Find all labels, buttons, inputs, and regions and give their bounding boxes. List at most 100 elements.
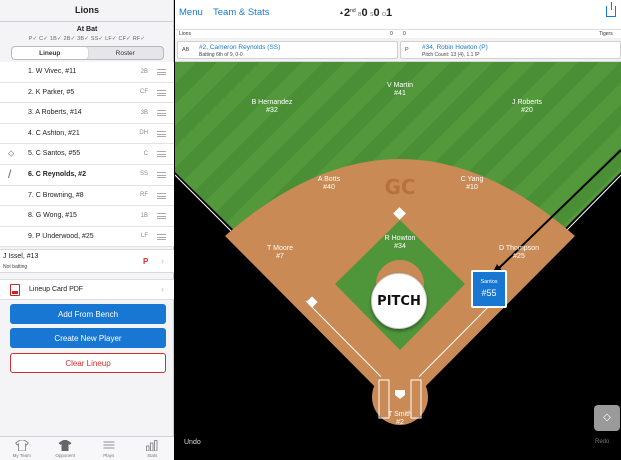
player-number: #25 — [513, 253, 525, 260]
player-name: R Howton — [384, 235, 416, 242]
batter-info: Batting 6th of 9, 0-0 — [199, 52, 243, 58]
bench-player-name: J Issel, #13 — [3, 253, 39, 260]
lineup-panel: Lions At Bat P✓ C✓ 1B✓ 2B✓ 3B✓ SS✓ LF✓ C… — [0, 0, 174, 460]
pitcher[interactable]: R Howton #34 — [360, 235, 440, 251]
lineup-row[interactable]: 7. C Browning, #8 RF — [0, 185, 174, 207]
tab-opponent[interactable]: Opponent — [44, 437, 88, 460]
tab-roster[interactable]: Roster — [88, 47, 164, 59]
lineup-row[interactable]: / 6. C Reynolds, #2 SS — [0, 164, 174, 186]
tab-my-team[interactable]: My Team — [0, 437, 44, 460]
lineup-row[interactable]: ⬦ 5. C Santos, #55 C — [0, 144, 174, 165]
lineup-row[interactable]: 3. A Roberts, #14 3B — [0, 103, 174, 124]
tab-plays[interactable]: Plays — [87, 437, 131, 460]
player-position: 1B — [140, 212, 148, 219]
first-baseman[interactable]: D Thompson #25 — [479, 245, 559, 261]
shortstop[interactable]: A Botts #40 — [289, 176, 369, 192]
tab-stats[interactable]: Stats — [131, 437, 175, 460]
player-name: D Thompson — [499, 245, 539, 252]
away-team: Tigers — [599, 31, 613, 37]
clear-lineup-button[interactable]: Clear Lineup — [10, 353, 166, 373]
add-from-bench-button[interactable]: Add From Bench — [10, 304, 166, 324]
lineup-card-pdf-row[interactable]: Lineup Card PDF › — [0, 279, 174, 300]
tab-lineup[interactable]: Lineup — [12, 47, 88, 59]
bat-icon: / — [8, 166, 12, 181]
pitch-button[interactable]: PITCH — [371, 273, 427, 329]
drag-handle-icon[interactable] — [157, 89, 166, 96]
player-position: LF — [140, 233, 148, 240]
batter-tag: AB — [182, 47, 190, 53]
gc-logo: GC — [384, 175, 415, 199]
menu-button[interactable]: Menu — [179, 7, 203, 18]
baserunner-icon: ⬦ — [8, 148, 15, 159]
home-team: Lions — [179, 31, 191, 37]
inning-suffix: nd — [350, 8, 356, 14]
player-name: 7. C Browning, #8 — [28, 191, 84, 199]
lineup-row[interactable]: 1. W Vivec, #11 2B — [0, 62, 174, 83]
pdf-icon — [10, 284, 20, 296]
player-name: 6. C Reynolds, #2 — [28, 170, 86, 178]
tab-label: Stats — [147, 453, 158, 458]
player-name: 9. P Underwood, #25 — [28, 232, 94, 240]
player-name: A Botts — [317, 176, 341, 183]
drag-handle-icon[interactable] — [157, 192, 166, 199]
lineup-row[interactable]: 9. P Underwood, #25 LF — [0, 226, 174, 248]
player-name: B Hernandez — [251, 99, 293, 106]
player-name: C Yang — [460, 176, 484, 183]
player-position: RF — [140, 192, 148, 199]
lineup-row[interactable]: 8. G Wong, #15 1B — [0, 206, 174, 227]
right-fielder[interactable]: J Roberts #20 — [487, 99, 567, 115]
drag-handle-icon[interactable] — [157, 130, 166, 137]
drag-handle-icon[interactable] — [157, 69, 166, 75]
batter-card[interactable]: AB #2, Cameron Reynolds (SS) Batting 6th… — [177, 41, 398, 59]
player-number: #7 — [276, 253, 284, 260]
lineup-row[interactable]: 2. K Parker, #5 CF — [0, 82, 174, 104]
field-graphic: GC — [175, 62, 621, 460]
drag-handle-icon[interactable] — [157, 213, 166, 220]
runner-card[interactable]: Santos #55 — [471, 270, 507, 308]
runner-name: Santos — [480, 279, 498, 285]
pitcher-name: #34, Robin Howton (P) — [422, 44, 488, 51]
drag-handle-icon[interactable] — [157, 110, 166, 117]
lineup-roster-toggle: Lineup Roster — [11, 46, 164, 60]
player-number: #10 — [466, 184, 478, 191]
redo-button[interactable]: Redo — [595, 439, 609, 445]
second-baseman[interactable]: C Yang #10 — [432, 176, 512, 192]
runner-number: #55 — [481, 288, 497, 298]
player-number: #32 — [266, 107, 278, 114]
undo-button[interactable]: Undo — [184, 439, 201, 446]
away-score: 0 — [403, 31, 406, 37]
batter-name: #2, Cameron Reynolds (SS) — [199, 44, 281, 51]
player-name: T Moore — [267, 245, 293, 252]
positions-filled-strip: P✓ C✓ 1B✓ 2B✓ 3B✓ SS✓ LF✓ CF✓ RF✓ — [28, 36, 146, 42]
chevron-right-icon: › — [161, 256, 164, 266]
pitcher-card[interactable]: P #34, Robin Howton (P) Pitch Count: 13 … — [400, 41, 621, 59]
bottom-tab-bar: My Team Opponent Plays Stats — [0, 436, 174, 460]
player-position: CF — [140, 89, 148, 96]
player-position: 2B — [140, 68, 148, 75]
bench-player-row[interactable]: J Issel, #13 Not batting P › — [0, 249, 174, 273]
lineup-row[interactable]: 4. C Ashton, #21 DH — [0, 123, 174, 145]
left-fielder[interactable]: B Hernandez #32 — [232, 99, 312, 115]
drag-handle-icon[interactable] — [157, 233, 166, 240]
pitcher-info: Pitch Count: 13 (4), 1.1 IP — [422, 52, 480, 58]
team-stats-button[interactable]: Team & Stats — [213, 7, 270, 18]
drag-handle-icon[interactable] — [157, 151, 166, 158]
third-baseman[interactable]: T Moore #7 — [240, 245, 320, 261]
tab-label: Opponent — [55, 453, 76, 458]
field-diamond-icon[interactable]: ◇ — [594, 405, 620, 431]
player-position: 3B — [140, 109, 148, 116]
center-fielder[interactable]: V Martin #41 — [360, 82, 440, 98]
top-bar: Menu Team & Stats ▲2nd B0 S0 O1 — [175, 0, 621, 30]
bench-player-position: P — [143, 257, 149, 266]
player-position: C — [143, 150, 148, 157]
player-name: V Martin — [386, 82, 414, 89]
share-icon[interactable] — [606, 2, 616, 17]
jersey-dark-icon — [58, 440, 72, 451]
create-new-player-button[interactable]: Create New Player — [10, 328, 166, 348]
player-number: #2 — [396, 419, 404, 426]
bench-player-status: Not batting — [3, 264, 28, 270]
drag-handle-icon[interactable] — [157, 171, 166, 178]
player-name: J Roberts — [512, 99, 542, 106]
catcher[interactable]: T Smith #2 — [360, 411, 440, 427]
scoreboard: Lions 0 0 Tigers — [175, 30, 621, 38]
